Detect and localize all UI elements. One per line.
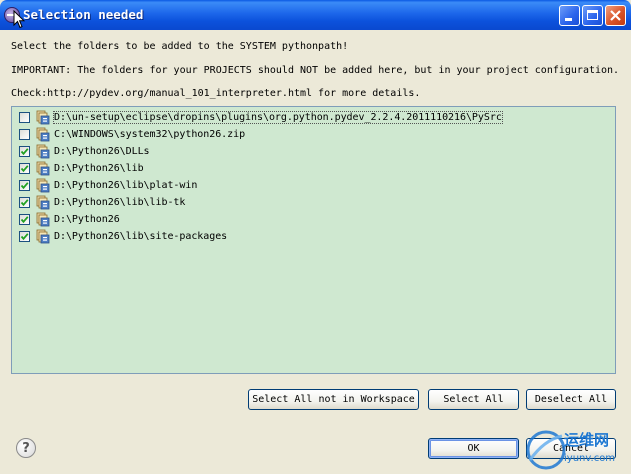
deselect-all-button[interactable]: Deselect All: [526, 389, 616, 410]
folder-checkbox[interactable]: [19, 129, 30, 140]
close-icon: [610, 10, 621, 21]
library-folder-icon: [36, 161, 50, 176]
instruction-text: Select the folders to be added to the SY…: [11, 41, 349, 52]
folder-checkbox[interactable]: [19, 231, 30, 242]
folder-checkbox[interactable]: [19, 146, 30, 157]
maximize-icon: [587, 10, 598, 20]
library-folder-icon: [36, 229, 50, 244]
watermark-logo-icon: [526, 430, 566, 470]
watermark: 运维网 iyunv.com: [522, 426, 630, 474]
folder-checkbox[interactable]: [19, 197, 30, 208]
window-title: Selection needed: [23, 7, 144, 22]
help-icon: ?: [22, 440, 30, 456]
select-all-not-in-workspace-button[interactable]: Select All not in Workspace: [248, 389, 419, 410]
folder-row[interactable]: D:\Python26\lib: [19, 161, 609, 177]
library-folder-icon: [36, 195, 50, 210]
help-button[interactable]: ?: [16, 438, 36, 458]
folder-checkbox[interactable]: [19, 163, 30, 174]
library-folder-icon: [36, 178, 50, 193]
library-folder-icon: [36, 144, 50, 159]
folder-path: D:\Python26: [54, 214, 120, 225]
select-all-button[interactable]: Select All: [428, 389, 519, 410]
folder-path: C:\WINDOWS\system32\python26.zip: [54, 129, 246, 140]
folder-path: D:\Python26\lib\plat-win: [54, 180, 198, 191]
folder-path: D:\Python26\DLLs: [54, 146, 150, 157]
folder-row[interactable]: D:\Python26\lib\plat-win: [19, 178, 609, 194]
close-button[interactable]: [605, 5, 626, 26]
maximize-button[interactable]: [582, 5, 603, 26]
watermark-url: iyunv.com: [564, 453, 616, 464]
folder-path: D:\Python26\lib\site-packages: [54, 231, 228, 242]
folder-row[interactable]: D:\Python26\lib\lib-tk: [19, 195, 609, 211]
minimize-icon: [565, 18, 572, 21]
library-folder-icon: [36, 212, 50, 227]
details-link-text: Check:http://pydev.org/manual_101_interp…: [11, 88, 421, 99]
folder-path: D:\Python26\lib\lib-tk: [54, 197, 186, 208]
folder-checkbox[interactable]: [19, 112, 30, 123]
library-folder-icon: [36, 110, 50, 125]
folder-row[interactable]: D:\un-setup\eclipse\dropins\plugins\org.…: [19, 110, 609, 126]
minimize-button[interactable]: [559, 5, 580, 26]
folder-path: D:\Python26\lib: [54, 163, 144, 174]
folder-checkbox[interactable]: [19, 214, 30, 225]
folder-row[interactable]: D:\Python26\DLLs: [19, 144, 609, 160]
folder-list[interactable]: D:\un-setup\eclipse\dropins\plugins\org.…: [11, 106, 616, 374]
important-notice-text: IMPORTANT: The folders for your PROJECTS…: [11, 65, 620, 76]
title-bar[interactable]: Selection needed: [0, 0, 631, 30]
ok-button[interactable]: OK: [428, 438, 519, 459]
watermark-text: 运维网: [564, 431, 610, 449]
folder-row[interactable]: D:\Python26\lib\site-packages: [19, 229, 609, 245]
folder-row[interactable]: D:\Python26: [19, 212, 609, 228]
library-folder-icon: [36, 127, 50, 142]
folder-path: D:\un-setup\eclipse\dropins\plugins\org.…: [53, 111, 503, 124]
folder-checkbox[interactable]: [19, 180, 30, 191]
folder-row[interactable]: C:\WINDOWS\system32\python26.zip: [19, 127, 609, 143]
